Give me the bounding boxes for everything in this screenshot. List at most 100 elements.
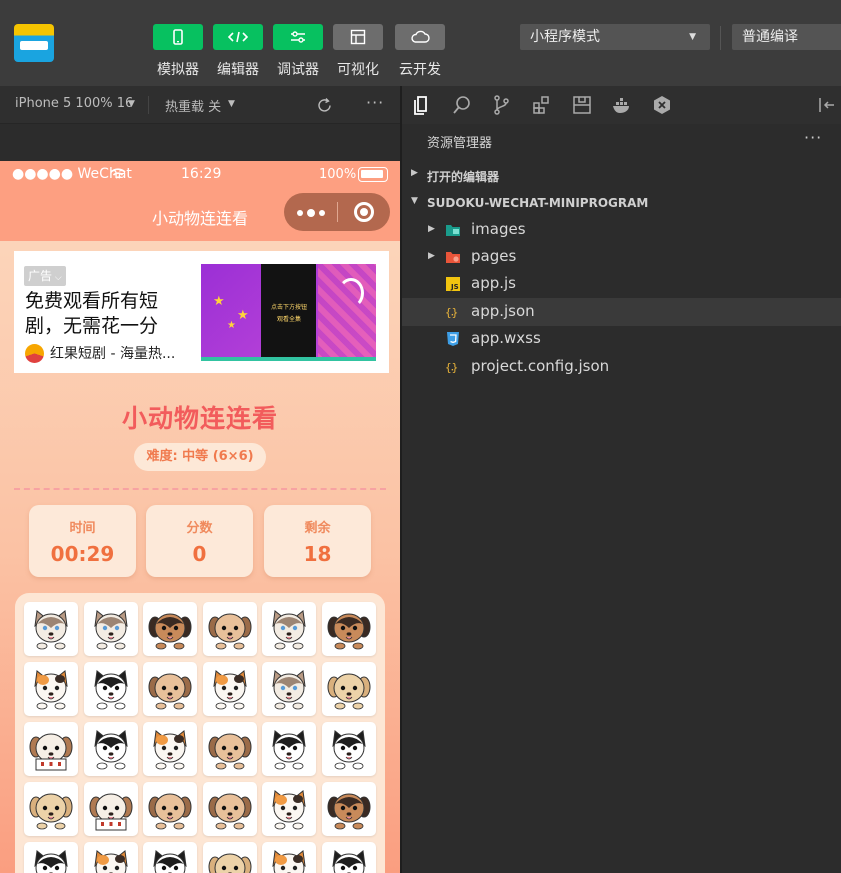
section-project[interactable]: ▼ SUDOKU-WECHAT-MINIPROGRAM bbox=[402, 190, 841, 216]
hot-reload-caret-icon[interactable]: ▼ bbox=[228, 99, 235, 109]
tile[interactable] bbox=[322, 722, 376, 776]
source-control-icon[interactable] bbox=[491, 94, 513, 116]
dog-beagle-basket-icon bbox=[89, 793, 133, 831]
ad-tag[interactable]: 广告 ⌵ bbox=[24, 266, 66, 286]
files-icon[interactable] bbox=[411, 94, 433, 116]
difficulty-badge: 难度: 中等 (6×6) bbox=[134, 443, 266, 471]
tree-item-pages[interactable]: ▶ pages bbox=[402, 243, 841, 271]
tile[interactable] bbox=[143, 782, 198, 836]
dog-beagle-icon bbox=[208, 613, 252, 650]
capsule-divider bbox=[337, 202, 338, 222]
more-icon[interactable]: ··· bbox=[804, 128, 822, 147]
ad-image-caption-1: 点击下方按钮 bbox=[270, 304, 307, 311]
project-logo[interactable] bbox=[14, 24, 54, 62]
main-toolbar: 模拟器 编辑器 调试器 可视化 云开发 小程序模式 ▼ 普通编译 bbox=[0, 0, 841, 86]
storage-icon[interactable] bbox=[571, 94, 593, 116]
svg-text:{}: {} bbox=[445, 361, 458, 374]
tile[interactable] bbox=[262, 662, 317, 716]
tree-item-app-json[interactable]: {} app.json bbox=[402, 298, 841, 326]
dog-beagle-icon bbox=[208, 793, 252, 830]
editor-button[interactable] bbox=[213, 24, 263, 50]
tile[interactable] bbox=[83, 782, 138, 836]
tile[interactable] bbox=[83, 602, 138, 656]
collapse-panel-icon[interactable] bbox=[816, 94, 838, 116]
json-file-icon: {} bbox=[445, 361, 458, 374]
dog-rottweiler-icon bbox=[148, 613, 192, 650]
tile[interactable] bbox=[24, 662, 78, 716]
svg-text:JS: JS bbox=[450, 283, 459, 291]
tile[interactable] bbox=[262, 602, 317, 656]
mode-select[interactable]: 小程序模式 ▼ bbox=[520, 24, 710, 50]
tile[interactable] bbox=[262, 842, 317, 873]
tile[interactable] bbox=[322, 662, 376, 716]
tile[interactable] bbox=[262, 722, 317, 776]
tree-item-app-js[interactable]: JS app.js bbox=[402, 270, 841, 298]
simbar-divider bbox=[148, 96, 149, 114]
cloud-base-icon[interactable] bbox=[651, 94, 673, 116]
ad-image-video: 点击下方按钮 观看全集 bbox=[261, 264, 316, 361]
chevron-right-icon: ▶ bbox=[411, 168, 418, 178]
tile[interactable] bbox=[83, 662, 138, 716]
tile[interactable] bbox=[202, 782, 257, 836]
cloud-label: 云开发 bbox=[399, 62, 441, 78]
explorer-title: 资源管理器 bbox=[427, 136, 493, 151]
tile[interactable] bbox=[322, 602, 376, 656]
tile[interactable] bbox=[202, 722, 257, 776]
search-icon[interactable] bbox=[451, 94, 473, 116]
tree-item-images[interactable]: ▶ images bbox=[402, 216, 841, 244]
hot-reload-toggle[interactable]: 热重载 关 bbox=[165, 96, 221, 115]
caret-down-icon: ▼ bbox=[689, 32, 696, 42]
phone-status-bar: ●●●●● WeChat 16:29 100% bbox=[0, 161, 400, 189]
tile[interactable] bbox=[83, 842, 138, 873]
tile[interactable] bbox=[24, 722, 78, 776]
capsule-close-icon[interactable] bbox=[354, 202, 374, 222]
extensions-icon[interactable] bbox=[531, 94, 553, 116]
visual-button[interactable] bbox=[333, 24, 383, 50]
ad-banner[interactable]: 广告 ⌵ 免费观看所有短剧，无需花一分 红果短剧 - 海量热... 点击下方按钮… bbox=[14, 251, 389, 373]
tile[interactable] bbox=[322, 782, 376, 836]
refresh-icon[interactable] bbox=[316, 97, 333, 114]
cat-siamese-icon bbox=[93, 610, 128, 650]
section-open-editors[interactable]: ▶ 打开的编辑器 bbox=[402, 162, 841, 188]
visual-label: 可视化 bbox=[337, 62, 379, 78]
device-select[interactable]: iPhone 5 100% 16 bbox=[15, 96, 133, 111]
dog-rottweiler-icon bbox=[327, 613, 371, 650]
cat-siamese-icon bbox=[272, 610, 307, 650]
stat-value: 0 bbox=[192, 542, 207, 566]
tile[interactable] bbox=[202, 602, 257, 656]
code-icon bbox=[227, 31, 249, 43]
stat-card-time: 时间 00:29 bbox=[29, 505, 136, 577]
tile[interactable] bbox=[83, 722, 138, 776]
more-icon[interactable]: ··· bbox=[366, 93, 384, 112]
compile-select[interactable]: 普通编译 bbox=[732, 24, 841, 50]
tile[interactable] bbox=[202, 842, 257, 873]
capsule-more-icon[interactable] bbox=[297, 209, 325, 217]
stat-card-score: 分数 0 bbox=[146, 505, 253, 577]
cloud-button[interactable] bbox=[395, 24, 445, 50]
battery-text: 100% bbox=[319, 167, 357, 182]
star-icon: ★ bbox=[213, 294, 225, 309]
docker-icon[interactable] bbox=[611, 94, 633, 116]
tile[interactable] bbox=[143, 602, 198, 656]
dashed-divider bbox=[14, 488, 386, 490]
clock-text: 16:29 bbox=[181, 166, 222, 182]
tree-item-app-wxss[interactable]: app.wxss bbox=[402, 325, 841, 353]
tile[interactable] bbox=[262, 782, 317, 836]
cloud-icon bbox=[411, 30, 430, 43]
debugger-button[interactable] bbox=[273, 24, 323, 50]
tile[interactable] bbox=[143, 662, 198, 716]
tile[interactable] bbox=[202, 662, 257, 716]
battery-icon bbox=[358, 167, 388, 182]
device-caret-icon[interactable]: ▼ bbox=[128, 99, 135, 109]
tree-item-project-config[interactable]: {} project.config.json bbox=[402, 353, 841, 381]
tile[interactable] bbox=[24, 782, 78, 836]
phone-simulator: ●●●●● WeChat 16:29 100% 小动物连连看 广告 ⌵ 免费观看… bbox=[0, 161, 400, 873]
simulator-button[interactable] bbox=[153, 24, 203, 50]
tile[interactable] bbox=[143, 842, 198, 873]
tile[interactable] bbox=[24, 602, 78, 656]
tile[interactable] bbox=[24, 842, 78, 873]
tile[interactable] bbox=[322, 842, 376, 873]
ad-image[interactable]: 点击下方按钮 观看全集 ★ ★ ★ bbox=[201, 264, 376, 361]
tile[interactable] bbox=[143, 722, 198, 776]
stat-value: 18 bbox=[303, 542, 332, 566]
